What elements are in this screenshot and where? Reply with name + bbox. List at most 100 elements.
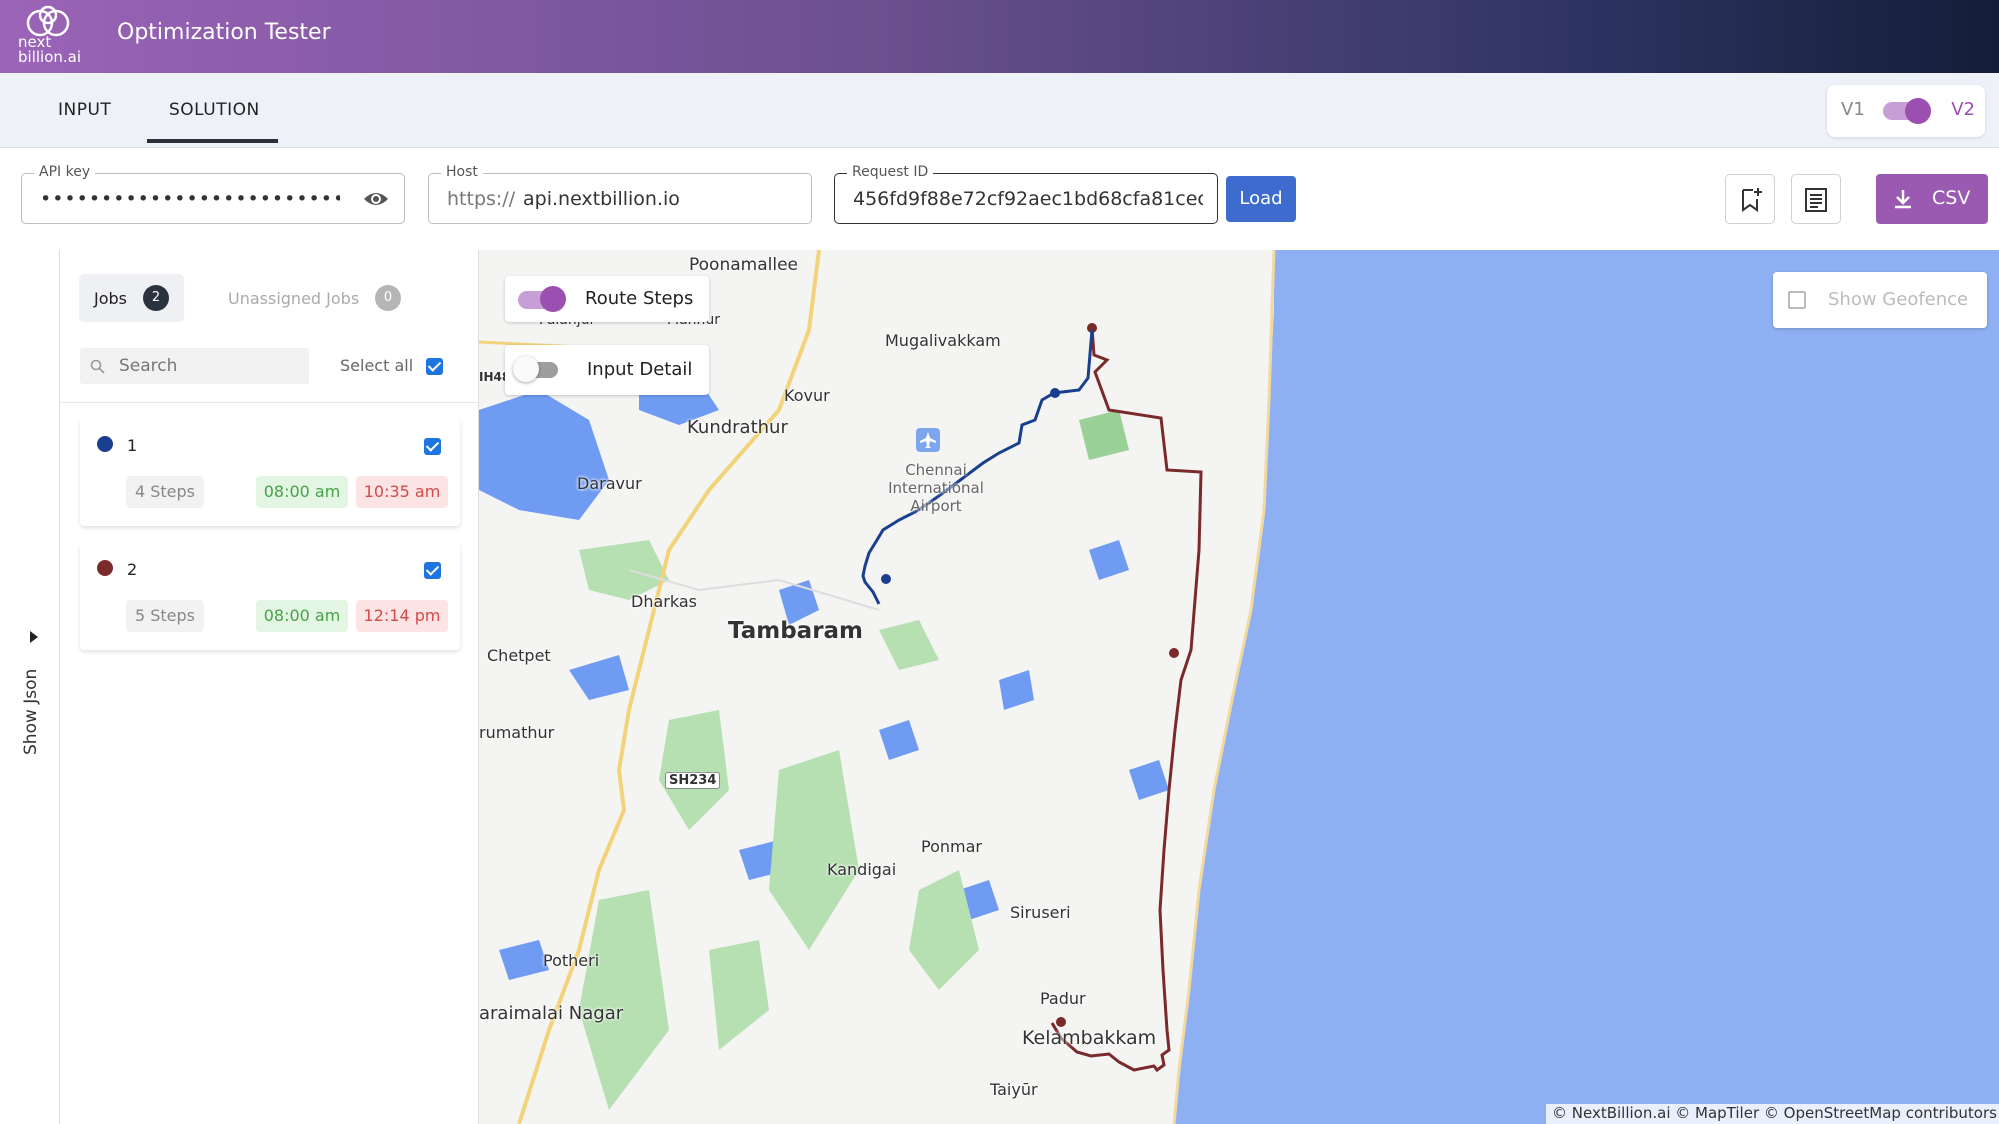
route-2-stop[interactable] [1169,648,1179,658]
airport-icon [916,428,940,452]
road-shield: SH234 [665,772,721,789]
expand-triangle-icon[interactable] [29,630,39,644]
version-v1-label[interactable]: V1 [1841,99,1865,120]
download-icon [1895,190,1911,209]
route-checkbox[interactable] [424,562,441,579]
document-list-icon [1805,188,1827,212]
request-id-label: Request ID [847,164,934,180]
jobs-tab[interactable]: Jobs 2 [79,274,184,322]
route-card-1[interactable]: 1 4 Steps 08:00 am 10:35 am [80,418,460,526]
eye-icon[interactable] [362,189,390,209]
app-title: Optimization Tester [117,20,331,45]
place-label: Potheri [543,951,600,970]
show-geofence-checkbox[interactable] [1788,291,1806,309]
api-key-label: API key [34,164,96,180]
route-2-line [1050,327,1203,1073]
logo-text: next billion.ai [18,35,81,65]
nextbillion-logo[interactable]: next billion.ai [18,5,88,65]
route-2-stop[interactable] [1056,1017,1066,1027]
tab-solution[interactable]: SOLUTION [169,100,260,120]
place-label: Kelambakkam [1022,1027,1157,1049]
select-all-checkbox[interactable] [426,358,443,375]
bookmark-button[interactable] [1725,174,1775,224]
lake-water [569,655,629,700]
lake-water [499,940,549,980]
green-area [579,540,669,600]
active-tab-indicator [147,139,278,143]
show-json-toggle[interactable]: Show Json [21,669,41,755]
request-id-value[interactable]: 456fd9f88e72cf92aec1bd68cfa81cec [853,188,1203,210]
route-steps-label: Route Steps [585,288,694,309]
lake-water [879,720,919,760]
place-label: araimalai Nagar [479,1003,624,1024]
route-steps-toggle[interactable]: Route Steps [505,276,709,322]
map-attribution[interactable]: © NextBillion.ai © MapTiler © OpenStreet… [1546,1104,1999,1124]
lake-water [479,390,609,520]
route-checkbox[interactable] [424,438,441,455]
request-id-field[interactable]: Request ID 456fd9f88e72cf92aec1bd68cfa81… [834,164,1218,224]
api-key-field[interactable]: API key •••••••••••••••••••••••••••• [21,164,405,224]
lake-water [999,670,1034,710]
version-v2-label[interactable]: V2 [1951,99,1975,120]
route-id: 1 [127,436,138,455]
host-value[interactable]: api.nextbillion.io [523,188,680,210]
route-steps: 5 Steps [126,600,204,632]
place-label: Dharkas [631,592,697,611]
version-switch-knob[interactable] [1905,98,1931,124]
route-steps-switch-knob[interactable] [540,286,566,312]
docs-button[interactable] [1791,174,1841,224]
green-area [659,710,729,830]
input-detail-switch-knob[interactable] [513,356,539,382]
green-area [709,940,769,1050]
show-geofence-label: Show Geofence [1828,289,1969,310]
select-all-label: Select all [340,356,414,375]
host-label: Host [441,164,483,180]
divider [60,402,478,403]
input-detail-label: Input Detail [587,359,693,380]
jobs-count-badge: 2 [143,285,169,311]
place-label: Kandigai [827,860,897,879]
place-label: Taiyūr [990,1080,1038,1099]
sea-area [1174,250,1999,1124]
place-label: Poonamallee [689,255,798,275]
route-steps: 4 Steps [126,476,204,508]
place-label: Kundrathur [687,417,788,438]
api-key-value[interactable]: •••••••••••••••••••••••••••• [40,188,340,210]
unassigned-jobs-tab[interactable]: Unassigned Jobs 0 [228,274,428,322]
logo-text-bottom: billion.ai [18,48,82,66]
place-label: Mugalivakkam [885,331,1001,350]
place-label: Chetpet [487,646,551,665]
search-placeholder: Search [119,356,178,376]
load-button[interactable]: Load [1226,176,1296,222]
show-geofence-control[interactable]: Show Geofence [1773,272,1987,328]
input-detail-toggle[interactable]: Input Detail [505,345,709,395]
place-label: rumathur [479,723,555,742]
csv-download-button[interactable]: CSV [1876,174,1988,224]
route-card-2[interactable]: 2 5 Steps 08:00 am 12:14 pm [80,542,460,650]
csv-label: CSV [1932,187,1971,209]
jobs-panel: Jobs 2 Unassigned Jobs 0 Search Select a… [60,250,479,1124]
search-icon [90,359,105,374]
unassigned-count-badge: 0 [375,285,401,311]
route-color-dot [97,560,113,576]
green-area [1079,410,1129,460]
route-color-dot [97,436,113,452]
unassigned-jobs-label: Unassigned Jobs [228,289,360,308]
route-1-stop[interactable] [881,574,891,584]
version-toggle[interactable]: V1 V2 [1827,85,1985,137]
route-1-stop[interactable] [1050,388,1060,398]
route-id: 2 [127,560,138,579]
search-input[interactable]: Search [80,348,309,384]
green-area [879,620,939,670]
route-end-time: 12:14 pm [356,600,448,632]
place-label: Daravur [577,474,642,493]
host-field[interactable]: Host https:// api.nextbillion.io [428,164,812,224]
place-label: Padur [1040,989,1086,1008]
tab-input[interactable]: INPUT [58,100,111,120]
green-area [769,750,859,950]
bookmark-add-icon [1742,188,1762,212]
place-label: Chennai International Airport [888,461,984,515]
green-area [579,890,669,1110]
app-header: next billion.ai Optimization Tester [0,0,1999,73]
lake-water [1129,760,1169,800]
